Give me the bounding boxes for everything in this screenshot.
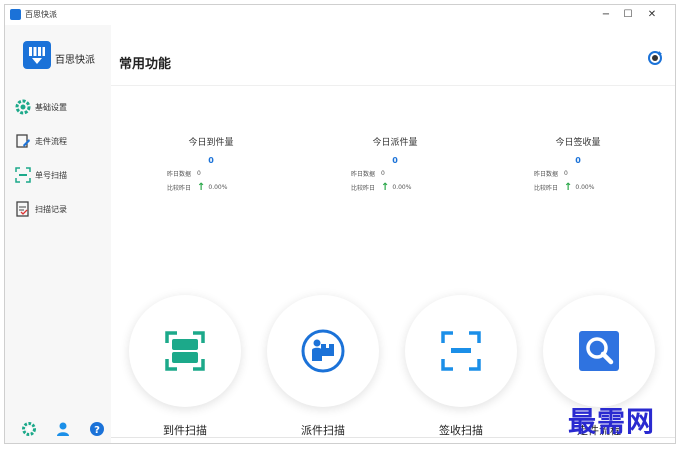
stat-title: 今日派件量 bbox=[372, 138, 418, 148]
stat-yesterday-row: 昨日数据 0 bbox=[335, 169, 455, 178]
dispatch-scan-button[interactable] bbox=[267, 295, 379, 407]
watermark: 最需网 bbox=[568, 405, 656, 438]
stat-compare-value: 0.00% bbox=[392, 184, 412, 191]
stat-compare-label: 比较昨日 bbox=[166, 185, 191, 192]
workflow-button[interactable] bbox=[543, 295, 655, 407]
arrival-scan-icon bbox=[163, 329, 207, 373]
user-icon[interactable] bbox=[55, 421, 71, 437]
sidebar-item-label: 扫描记录 bbox=[35, 204, 67, 214]
stat-compare-label: 比较昨日 bbox=[350, 185, 375, 192]
gear-icon bbox=[15, 99, 31, 115]
sign-scan-button[interactable] bbox=[405, 295, 517, 407]
stat-compare-label: 比较昨日 bbox=[533, 185, 558, 192]
stat-yesterday-row: 昨日数据 0 bbox=[518, 169, 638, 178]
stat-compare-row: 比较昨日 ↑ 0.00% bbox=[151, 182, 271, 193]
stat-yesterday-label: 昨日数据 bbox=[350, 171, 375, 178]
sidebar-item-scan-records[interactable]: 扫描记录 bbox=[15, 199, 105, 219]
app-window: 百思快派 − ☐ ✕ 百思快派 基础设置 走件流程 单号扫描 扫描记录 ? 常用… bbox=[4, 4, 676, 444]
arrow-up-icon: ↑ bbox=[197, 182, 206, 193]
sidebar-item-label: 单号扫描 bbox=[35, 170, 67, 180]
stat-yesterday-value: 0 bbox=[564, 170, 568, 177]
sidebar-item-label: 基础设置 bbox=[35, 102, 67, 112]
arrow-up-icon: ↑ bbox=[564, 182, 573, 193]
window-title: 百思快派 bbox=[25, 10, 57, 19]
stat-yesterday-label: 昨日数据 bbox=[166, 171, 191, 178]
maximize-button[interactable]: ☐ bbox=[619, 7, 637, 23]
page-title: 常用功能 bbox=[119, 57, 172, 72]
refresh-icon[interactable] bbox=[647, 50, 663, 66]
settings-icon[interactable] bbox=[21, 421, 37, 437]
stat-value: 0 bbox=[208, 156, 214, 165]
stat-yesterday-row: 昨日数据 0 bbox=[151, 169, 271, 178]
arrival-scan-label[interactable]: 到件扫描 bbox=[129, 422, 241, 438]
stat-arrivals-today: 今日到件量 0 昨日数据 0 比较昨日 ↑ 0.00% bbox=[151, 135, 271, 193]
svg-text:?: ? bbox=[94, 425, 100, 436]
dispatch-scan-icon bbox=[301, 329, 345, 373]
stat-signed-today: 今日签收量 0 昨日数据 0 比较昨日 ↑ 0.00% bbox=[518, 135, 638, 193]
header-divider bbox=[111, 85, 675, 86]
sign-scan-label[interactable]: 签收扫描 bbox=[405, 422, 517, 438]
arrival-scan-button[interactable] bbox=[129, 295, 241, 407]
close-button[interactable]: ✕ bbox=[643, 7, 661, 23]
sidebar-bottom-toolbar: ? bbox=[15, 419, 105, 439]
app-icon bbox=[10, 9, 21, 20]
stat-dispatches-today: 今日派件量 0 昨日数据 0 比较昨日 ↑ 0.00% bbox=[335, 135, 455, 193]
help-icon[interactable]: ? bbox=[89, 421, 105, 437]
title-bar: 百思快派 − ☐ ✕ bbox=[5, 5, 675, 25]
stat-yesterday-value: 0 bbox=[381, 170, 385, 177]
logo-icon bbox=[23, 41, 51, 69]
sign-scan-icon bbox=[439, 329, 483, 373]
stat-title: 今日到件量 bbox=[188, 138, 234, 148]
arrow-up-icon: ↑ bbox=[381, 182, 390, 193]
dispatch-scan-label[interactable]: 派件扫描 bbox=[267, 422, 379, 438]
logo-text: 百思快派 bbox=[55, 55, 95, 66]
flow-search-icon bbox=[577, 329, 621, 373]
stat-yesterday-value: 0 bbox=[197, 170, 201, 177]
stat-compare-value: 0.00% bbox=[575, 184, 595, 191]
stat-value: 0 bbox=[392, 156, 398, 165]
stat-compare-row: 比较昨日 ↑ 0.00% bbox=[335, 182, 455, 193]
sidebar-item-basic-settings[interactable]: 基础设置 bbox=[15, 97, 105, 117]
main-panel: 常用功能 今日到件量 0 昨日数据 0 比较昨日 ↑ 0.00% 今日派件量 0… bbox=[111, 25, 675, 443]
stat-compare-row: 比较昨日 ↑ 0.00% bbox=[518, 182, 638, 193]
stat-yesterday-label: 昨日数据 bbox=[533, 171, 558, 178]
flow-icon bbox=[15, 133, 31, 149]
stat-value: 0 bbox=[575, 156, 581, 165]
sidebar-item-label: 走件流程 bbox=[35, 136, 67, 146]
sidebar: 百思快派 基础设置 走件流程 单号扫描 扫描记录 ? bbox=[5, 25, 111, 443]
sidebar-item-tracking-scan[interactable]: 单号扫描 bbox=[15, 165, 105, 185]
sidebar-item-workflow[interactable]: 走件流程 bbox=[15, 131, 105, 151]
record-icon bbox=[15, 201, 31, 217]
scan-icon bbox=[15, 167, 31, 183]
minimize-button[interactable]: − bbox=[597, 7, 615, 23]
stat-title: 今日签收量 bbox=[555, 138, 601, 148]
stat-compare-value: 0.00% bbox=[208, 184, 228, 191]
